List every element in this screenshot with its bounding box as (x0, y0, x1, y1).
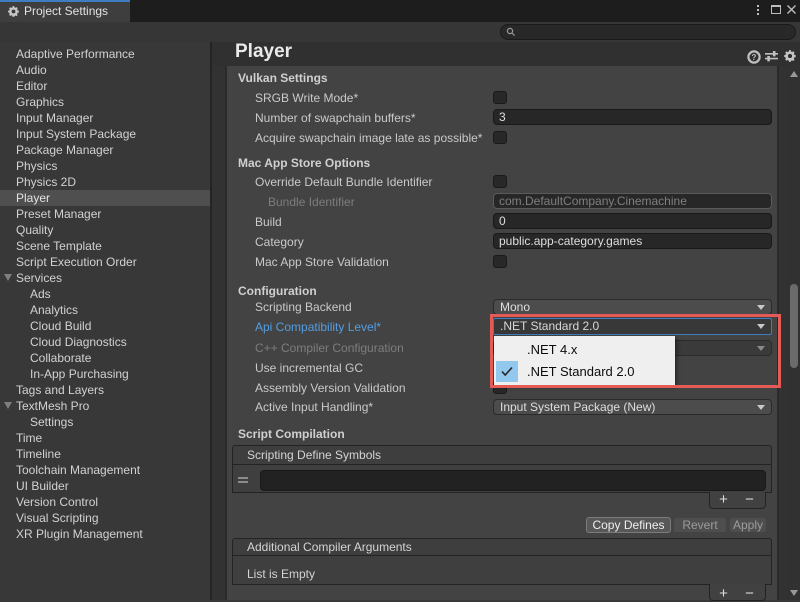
svg-text:?: ? (752, 53, 757, 62)
